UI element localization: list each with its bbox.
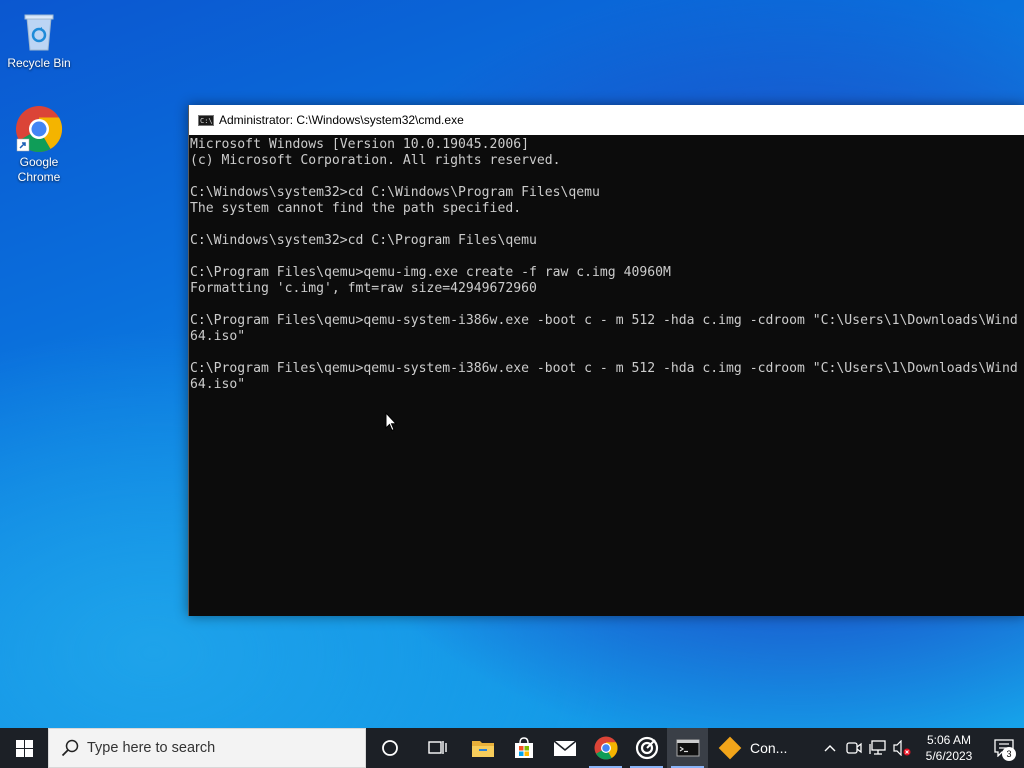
cmd-console-output[interactable]: Microsoft Windows [Version 10.0.19045.20… bbox=[189, 135, 1024, 615]
console-line: The system cannot find the path specifie… bbox=[190, 201, 522, 216]
task-view-icon bbox=[428, 741, 447, 754]
search-box[interactable]: Type here to search bbox=[48, 728, 366, 768]
console-line: C:\Windows\system32>cd C:\Program Files\… bbox=[190, 233, 537, 248]
meet-now-icon bbox=[846, 742, 862, 754]
microsoft-store-button[interactable] bbox=[503, 728, 544, 768]
console-line: (c) Microsoft Corporation. All rights re… bbox=[190, 153, 561, 168]
cmd-titlebar[interactable]: C:\ Administrator: C:\Windows\system32\c… bbox=[189, 105, 1024, 135]
cmd-taskbar-button[interactable] bbox=[667, 728, 708, 768]
con-label: Con... bbox=[750, 740, 788, 756]
microsoft-store-icon bbox=[514, 737, 533, 758]
cmd-icon bbox=[676, 739, 699, 757]
clock-time: 5:06 AM bbox=[926, 733, 972, 747]
chrome-icon bbox=[15, 105, 63, 153]
desktop-icon-google-chrome[interactable]: Google Chrome bbox=[1, 105, 77, 185]
taskbar: Type here to search Con... 5:06 AM 5/6/2… bbox=[0, 728, 1024, 768]
cortana-button[interactable] bbox=[366, 728, 414, 768]
file-explorer-button[interactable] bbox=[462, 728, 503, 768]
action-center-button[interactable]: 3 bbox=[984, 728, 1024, 768]
windows-logo-icon bbox=[15, 739, 33, 757]
console-line: C:\Windows\system32>cd C:\Windows\Progra… bbox=[190, 185, 600, 200]
console-line: C:\Program Files\qemu>qemu-system-i386w.… bbox=[190, 313, 1018, 328]
warning-diamond-icon bbox=[718, 736, 742, 760]
clock-date: 5/6/2023 bbox=[925, 749, 973, 763]
notification-count-badge: 3 bbox=[1002, 747, 1016, 761]
mail-icon bbox=[552, 740, 577, 756]
mail-button[interactable] bbox=[544, 728, 585, 768]
recycle-bin-label: Recycle Bin bbox=[7, 56, 71, 70]
console-line: 64.iso" bbox=[190, 377, 246, 392]
search-icon bbox=[61, 739, 79, 757]
network-button[interactable] bbox=[866, 728, 890, 768]
clock[interactable]: 5:06 AM 5/6/2023 bbox=[914, 732, 984, 764]
console-line: Formatting 'c.img', fmt=raw size=4294967… bbox=[190, 281, 537, 296]
mouse-cursor-icon bbox=[385, 412, 397, 432]
cmd-window[interactable]: C:\ Administrator: C:\Windows\system32\c… bbox=[188, 105, 1024, 616]
chrome-icon bbox=[594, 736, 618, 760]
app-ring-icon bbox=[635, 736, 658, 760]
cmd-title: Administrator: C:\Windows\system32\cmd.e… bbox=[219, 113, 464, 127]
console-line: C:\Program Files\qemu>qemu-system-i386w.… bbox=[190, 361, 1018, 376]
desktop-icon-recycle-bin[interactable]: Recycle Bin bbox=[1, 6, 77, 71]
chevron-up-icon bbox=[824, 745, 836, 752]
console-line: 64.iso" bbox=[190, 329, 246, 344]
console-line: Microsoft Windows [Version 10.0.19045.20… bbox=[190, 137, 529, 152]
chrome-label: Google Chrome bbox=[17, 155, 61, 184]
start-button[interactable] bbox=[0, 728, 48, 768]
cortana-icon bbox=[382, 740, 398, 756]
meet-now-button[interactable] bbox=[842, 728, 866, 768]
volume-muted-icon bbox=[893, 740, 911, 756]
recycle-bin-icon bbox=[15, 6, 63, 54]
show-hidden-icons-button[interactable] bbox=[818, 728, 842, 768]
console-line: C:\Program Files\qemu>qemu-img.exe creat… bbox=[190, 265, 671, 280]
ring-app-button[interactable] bbox=[626, 728, 667, 768]
file-explorer-icon bbox=[471, 741, 494, 757]
cmd-window-icon: C:\ bbox=[198, 114, 214, 126]
task-view-button[interactable] bbox=[414, 728, 462, 768]
network-icon bbox=[869, 740, 886, 755]
system-tray: 5:06 AM 5/6/2023 3 bbox=[818, 728, 1024, 768]
chrome-taskbar-button[interactable] bbox=[585, 728, 626, 768]
volume-button[interactable] bbox=[890, 728, 914, 768]
search-placeholder: Type here to search bbox=[87, 740, 216, 756]
taskbar-con-item[interactable]: Con... bbox=[708, 728, 796, 768]
